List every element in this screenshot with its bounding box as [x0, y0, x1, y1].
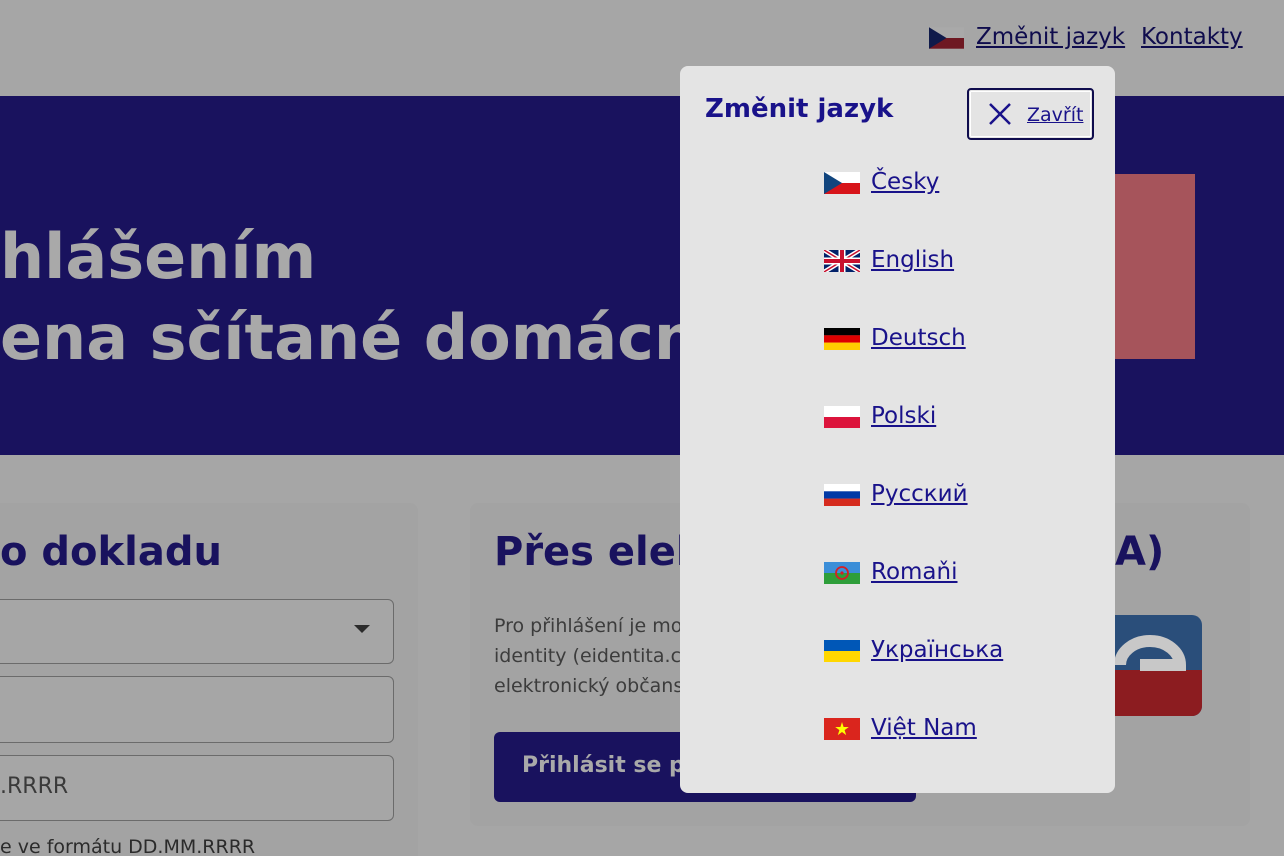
- language-label: Česky: [871, 169, 940, 195]
- document-type-select[interactable]: [0, 599, 394, 664]
- czech-flag-icon: [929, 27, 964, 49]
- contacts-link[interactable]: Kontakty: [1141, 24, 1243, 50]
- eid-description-line1: Pro přihlášení je mo: [494, 615, 683, 637]
- ukrainian-flag-icon: [824, 640, 860, 662]
- language-option-cs[interactable]: Česky: [824, 169, 1084, 209]
- romani-flag-icon: [824, 562, 860, 584]
- hero-illustration: [1110, 174, 1195, 359]
- polish-flag-icon: [824, 406, 860, 428]
- close-icon: [989, 103, 1011, 125]
- vietnamese-flag-icon: [824, 718, 860, 740]
- language-label: Polski: [871, 403, 937, 429]
- czech-flag-icon: [824, 172, 860, 194]
- language-option-ru[interactable]: Русский: [824, 481, 1084, 521]
- document-card-title: o dokladu: [0, 529, 222, 575]
- eid-description-line2: identity (eidentita.cz: [494, 645, 691, 667]
- close-button[interactable]: Zavřít: [967, 88, 1094, 140]
- language-option-en[interactable]: English: [824, 247, 1084, 287]
- german-flag-icon: [824, 328, 860, 350]
- language-option-rom[interactable]: Romaňi: [824, 559, 1084, 599]
- russian-flag-icon: [824, 484, 860, 506]
- hero-heading-line2: ena sčítané domácnos: [0, 301, 778, 374]
- eid-card-title-tail: A): [1115, 529, 1165, 575]
- language-modal: Změnit jazyk Zavřít Česky English Deutsc…: [680, 66, 1115, 793]
- language-label: Українська: [871, 637, 1004, 663]
- language-option-vi[interactable]: Việt Nam: [824, 715, 1084, 755]
- birth-date-placeholder: .RRRR: [0, 774, 69, 799]
- eid-description-line3: elektronický občans: [494, 675, 684, 697]
- hero-heading-line1: hlášením: [0, 220, 317, 293]
- language-label: English: [871, 247, 955, 273]
- close-button-label: Zavřít: [1027, 104, 1084, 126]
- language-option-pl[interactable]: Polski: [824, 403, 1084, 443]
- modal-title: Změnit jazyk: [705, 94, 894, 124]
- language-label: Romaňi: [871, 559, 958, 585]
- language-option-de[interactable]: Deutsch: [824, 325, 1084, 365]
- language-option-uk[interactable]: Українська: [824, 637, 1084, 677]
- eid-card-title: Přes elek: [494, 529, 703, 575]
- chevron-down-icon: [354, 625, 370, 633]
- date-format-hint: e ve formátu DD.MM.RRRR: [0, 836, 256, 856]
- document-number-field[interactable]: [0, 676, 394, 743]
- change-language-link[interactable]: Změnit jazyk: [976, 24, 1125, 50]
- eidentita-logo-icon: [1100, 615, 1202, 716]
- language-label: Việt Nam: [871, 715, 977, 741]
- uk-flag-icon: [824, 250, 860, 272]
- language-label: Русский: [871, 481, 968, 507]
- language-label: Deutsch: [871, 325, 966, 351]
